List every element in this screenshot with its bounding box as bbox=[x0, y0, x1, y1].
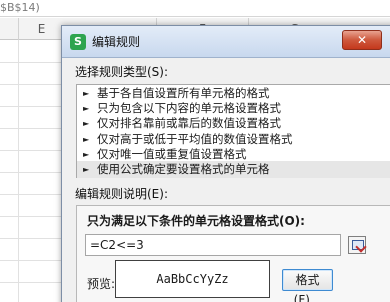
format-button[interactable]: 格式(F)... bbox=[282, 269, 333, 302]
range-select-icon[interactable] bbox=[348, 236, 366, 254]
dialog-title: 编辑规则 bbox=[92, 35, 141, 49]
rule-type-label: 使用公式确定要设置格式的单元格 bbox=[97, 162, 270, 176]
preview-sample: AaBbCcYyZz bbox=[115, 260, 270, 298]
rule-type-item[interactable]: ► 仅对排名靠前或靠后的数值设置格式 bbox=[77, 115, 390, 132]
select-rule-type-label: 选择规则类型(S): bbox=[75, 65, 169, 79]
close-button[interactable]: ✕ bbox=[342, 30, 382, 50]
rule-type-item-selected[interactable]: ► 使用公式确定要设置格式的单元格 bbox=[77, 161, 390, 178]
edit-rule-description-label: 编辑规则说明(E): bbox=[75, 187, 168, 201]
triangle-right-icon: ► bbox=[83, 119, 90, 128]
wps-app-icon: S bbox=[70, 34, 86, 50]
rule-type-list[interactable]: ► 基于各自值设置所有单元格的格式 ► 只为包含以下内容的单元格设置格式 ► 仅对排名… bbox=[76, 84, 390, 178]
formula-prompt-label: 只为满足以下条件的单元格设置格式(O): bbox=[87, 214, 305, 228]
formula-bar[interactable]: $B$14) bbox=[0, 0, 390, 17]
rule-description-panel: 只为满足以下条件的单元格设置格式(O): =C2<=3 预览: AaBbCcYy… bbox=[76, 205, 390, 302]
column-header-e[interactable]: E bbox=[18, 18, 64, 40]
edit-rule-dialog: S 编辑规则 ✕ 选择规则类型(S): ► 基于各自值设置所有单元格的格式 ► 只为… bbox=[61, 25, 390, 302]
formula-input[interactable]: =C2<=3 bbox=[85, 234, 341, 256]
dialog-titlebar[interactable]: S 编辑规则 ✕ bbox=[62, 26, 390, 58]
triangle-right-icon: ► bbox=[83, 165, 90, 174]
preview-label: 预览: bbox=[87, 277, 116, 291]
formula-bar-text: $B$14) bbox=[0, 1, 40, 14]
rule-type-label: 仅对排名靠前或靠后的数值设置格式 bbox=[97, 116, 281, 130]
